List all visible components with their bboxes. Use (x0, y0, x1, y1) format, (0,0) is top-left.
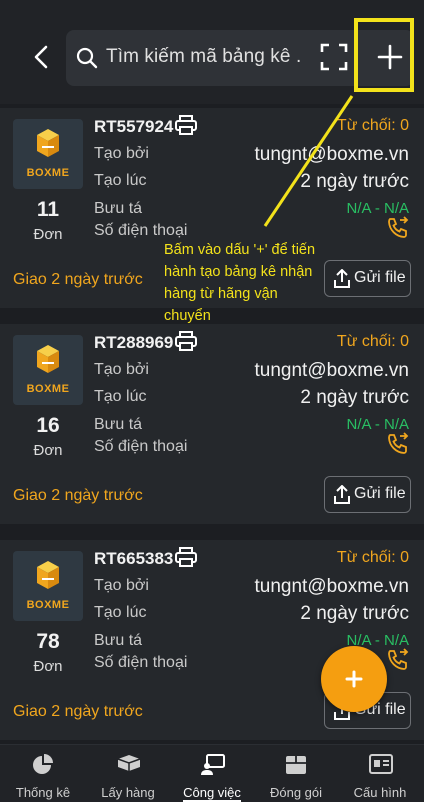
upload-icon (334, 269, 350, 288)
id-card-icon (369, 754, 393, 774)
postman-value: N/A - N/A (346, 200, 409, 217)
created-at-label: Tạo lúc (94, 388, 147, 405)
created-by-label: Tạo bởi (94, 361, 149, 378)
order-unit: Đơn (33, 442, 63, 459)
phone-label: Số điện thoại (94, 654, 188, 671)
postman-value: N/A - N/A (346, 416, 409, 433)
scan-icon[interactable] (320, 43, 348, 71)
postman-label: Bưu tá (94, 200, 143, 217)
creator-email: tungnt@boxme.vn (254, 360, 410, 381)
created-time: 2 ngày trước (300, 171, 409, 192)
app-header: Tìm kiếm mã bảng kê . (0, 0, 424, 104)
manifest-code: RT665383 (94, 549, 174, 568)
chevron-left-icon (34, 45, 48, 69)
card[interactable]: BOXME 16 Đơn RT288969 Tạo bởi Tạo lúc Bư… (0, 324, 424, 524)
send-file-button[interactable]: Gửi file (324, 260, 411, 297)
phone-forward-icon[interactable] (386, 216, 410, 240)
postman-label: Bưu tá (94, 416, 143, 433)
manifest-code: RT557924 (94, 117, 174, 136)
boxme-logo: BOXME (13, 119, 83, 189)
bottom-nav: Thống kê Lấy hàng Công việc Đóng gói Cấu… (0, 744, 424, 802)
phone-label: Số điện thoại (94, 222, 188, 239)
boxme-logo: BOXME (13, 551, 83, 621)
add-fab-button[interactable] (321, 646, 387, 712)
send-file-button[interactable]: Gửi file (324, 476, 411, 513)
delivery-time: Giao 2 ngày trước (13, 703, 143, 720)
rejected-count: Từ chối: 0 (336, 333, 409, 350)
created-by-label: Tạo bởi (94, 577, 149, 594)
package-icon (286, 756, 306, 774)
rejected-count: Từ chối: 0 (336, 549, 409, 566)
created-time: 2 ngày trước (300, 387, 409, 408)
postman-label: Bưu tá (94, 632, 143, 649)
nav-item-tasks[interactable]: Công việc (170, 745, 254, 802)
order-count: 16 (36, 414, 60, 437)
annotation-text: Bấm vào dấu '+' để tiến hành tạo bảng kê… (164, 242, 316, 324)
nav-item-settings[interactable]: Cấu hình (338, 745, 422, 802)
order-count: 78 (36, 630, 60, 653)
nav-item-packing[interactable]: Đóng gói (254, 745, 338, 802)
order-count: 11 (36, 198, 60, 221)
manifest-code: RT288969 (94, 333, 174, 352)
rejected-count: Từ chối: 0 (336, 117, 409, 134)
search-icon (76, 47, 98, 69)
back-button[interactable] (26, 40, 56, 74)
creator-email: tungnt@boxme.vn (254, 144, 410, 165)
upload-icon (334, 485, 350, 504)
printer-icon[interactable] (174, 113, 198, 137)
created-by-label: Tạo bởi (94, 145, 149, 162)
phone-label: Số điện thoại (94, 438, 188, 455)
highlight-box (354, 18, 414, 92)
created-at-label: Tạo lúc (94, 604, 147, 621)
cube-icon (37, 345, 59, 373)
cube-icon (37, 129, 59, 157)
phone-forward-icon[interactable] (386, 432, 410, 456)
boxme-logo: BOXME (13, 335, 83, 405)
printer-icon[interactable] (174, 545, 198, 569)
search-input[interactable]: Tìm kiếm mã bảng kê . (106, 46, 301, 68)
pie-chart-icon (33, 754, 53, 774)
order-unit: Đơn (33, 226, 63, 243)
task-icon (201, 754, 225, 775)
nav-item-statistics[interactable]: Thống kê (1, 745, 85, 802)
printer-icon[interactable] (174, 329, 198, 353)
delivery-time: Giao 2 ngày trước (13, 271, 143, 288)
order-unit: Đơn (33, 658, 63, 675)
delivery-time: Giao 2 ngày trước (13, 487, 143, 504)
creator-email: tungnt@boxme.vn (254, 576, 410, 597)
nav-item-pickup[interactable]: Lấy hàng (86, 745, 170, 802)
created-at-label: Tạo lúc (94, 172, 147, 189)
created-time: 2 ngày trước (300, 603, 409, 624)
phone-forward-icon[interactable] (386, 648, 410, 672)
plus-icon (345, 670, 363, 688)
truck-box-icon (117, 755, 141, 771)
cube-icon (37, 561, 59, 589)
